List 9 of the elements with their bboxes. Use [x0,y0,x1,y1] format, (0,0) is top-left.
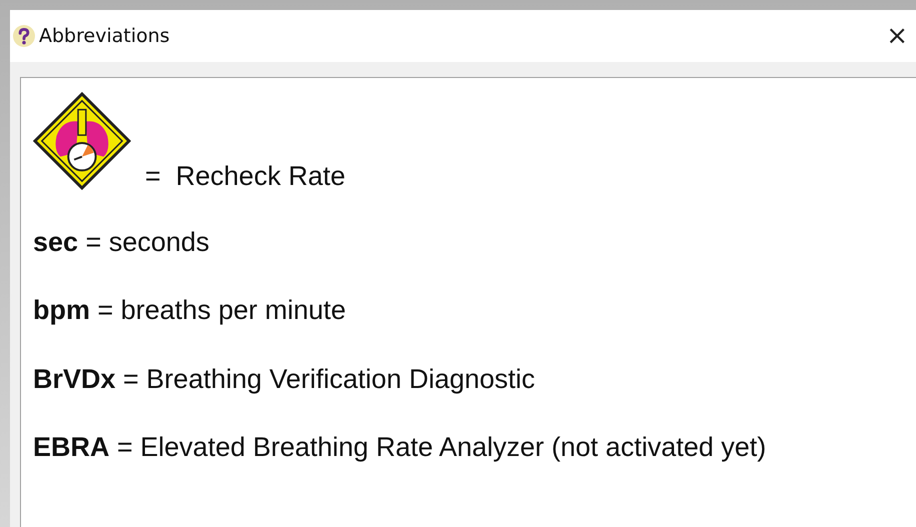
abbreviation-text: EBRA = Elevated Breathing Rate Analyzer (not activated yet) [33,431,768,464]
window-title: Abbreviations [39,25,170,47]
abbreviation-text: bpm = breaths per minute [33,294,347,327]
abbreviation-text: BrVDx = Breathing Verification Diagnostic [33,362,536,396]
close-button[interactable]: × [880,21,914,51]
abbreviation-text: sec = seconds [33,226,210,258]
legend-text: = Recheck Rate [145,161,346,192]
help-icon [13,25,35,47]
lungs-timer-icon [33,92,131,190]
